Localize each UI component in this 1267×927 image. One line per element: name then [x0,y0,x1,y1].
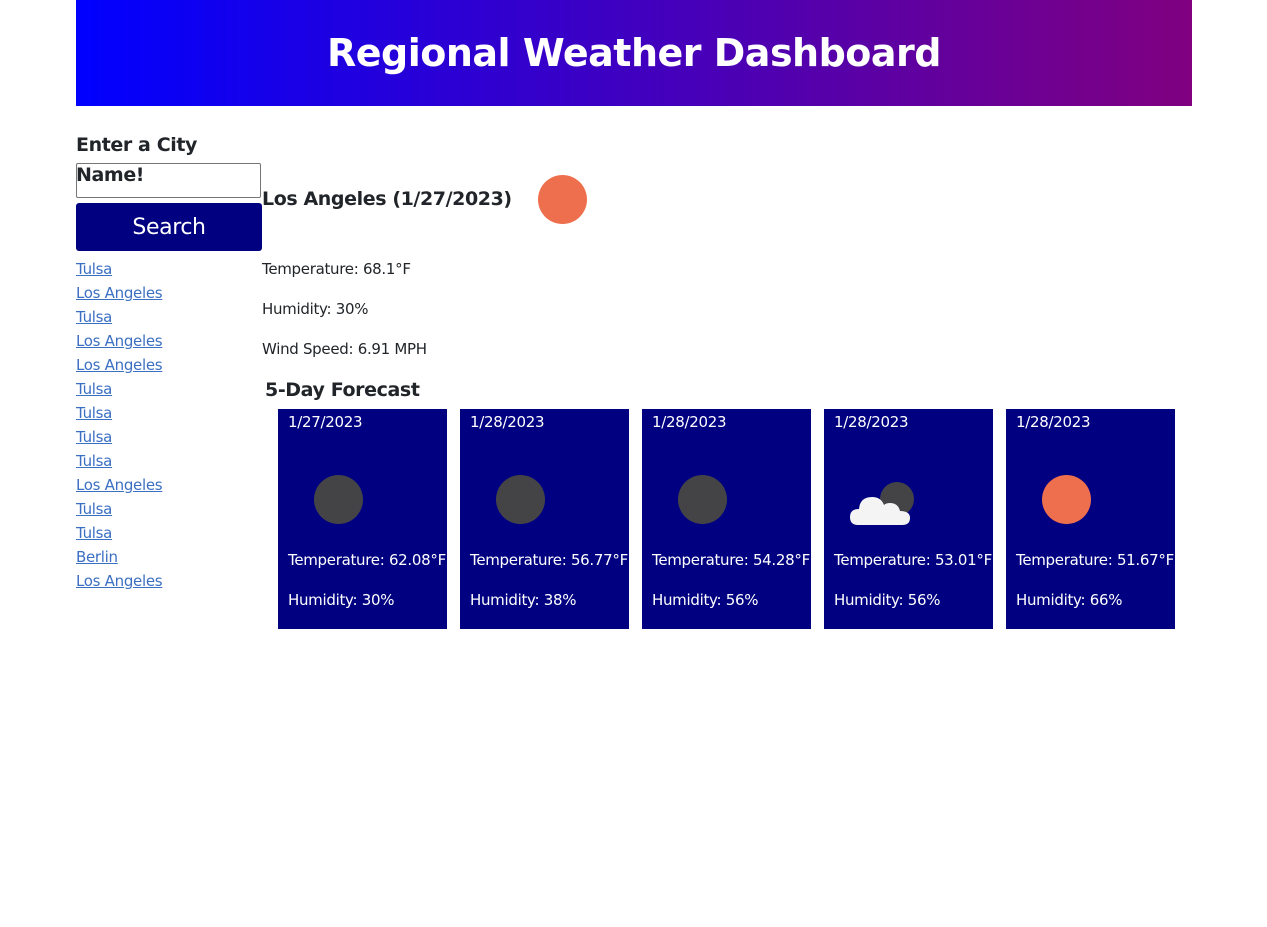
history-link[interactable]: Los Angeles [76,332,163,350]
forecast-humidity: Humidity: 56% [834,591,941,609]
list-item: Tulsa [76,497,262,521]
forecast-humidity: Humidity: 56% [652,591,759,609]
history-link[interactable]: Los Angeles [76,476,163,494]
list-item: Los Angeles [76,353,262,377]
list-item: Los Angeles [76,329,262,353]
history-link[interactable]: Tulsa [76,500,112,518]
forecast-cards: 1/27/2023 Temperature: 62.08°F Humidity:… [278,409,1175,629]
list-item: Tulsa [76,521,262,545]
list-item: Los Angeles [76,281,262,305]
current-city-title: Los Angeles (1/27/2023) [262,188,512,210]
current-humidity: Humidity: 30% [262,300,369,318]
forecast-card: 1/28/2023 Temperature: 54.28°F Humidity:… [642,409,811,629]
forecast-icon-wrap [678,475,727,524]
history-link[interactable]: Tulsa [76,524,112,542]
forecast-date: 1/27/2023 [288,413,363,431]
history-link[interactable]: Tulsa [76,404,112,422]
forecast-card: 1/28/2023 Temperature: 53.01°F Humidity:… [824,409,993,629]
forecast-card: 1/28/2023 Temperature: 51.67°F Humidity:… [1006,409,1175,629]
history-link[interactable]: Tulsa [76,428,112,446]
list-item: Tulsa [76,449,262,473]
search-label: Enter a City Name! [76,134,198,186]
forecast-date: 1/28/2023 [1016,413,1091,431]
forecast-humidity: Humidity: 30% [288,591,395,609]
history-link[interactable]: Tulsa [76,308,112,326]
current-wind-speed: Wind Speed: 6.91 MPH [262,340,427,358]
forecast-temperature: Temperature: 56.77°F [470,551,628,569]
list-item: Berlin [76,545,262,569]
forecast-temperature: Temperature: 62.08°F [288,551,446,569]
history-link[interactable]: Tulsa [76,452,112,470]
search-sidebar: Enter a City Name! Search Tulsa Los Ange… [76,130,262,593]
forecast-title: 5-Day Forecast [265,379,420,401]
forecast-humidity: Humidity: 38% [470,591,577,609]
forecast-date: 1/28/2023 [470,413,545,431]
forecast-temperature: Temperature: 53.01°F [834,551,992,569]
forecast-card: 1/28/2023 Temperature: 56.77°F Humidity:… [460,409,629,629]
forecast-date: 1/28/2023 [652,413,727,431]
forecast-icon-wrap [1042,475,1091,524]
cloudy-night-icon [850,482,914,525]
history-link[interactable]: Los Angeles [76,284,163,302]
forecast-temperature: Temperature: 51.67°F [1016,551,1174,569]
current-stats: Temperature: 68.1°F Humidity: 30% Wind S… [262,249,1192,369]
list-item: Tulsa [76,425,262,449]
clear-day-icon [537,174,587,224]
list-item: Tulsa [76,401,262,425]
list-item: Los Angeles [76,569,262,593]
history-link[interactable]: Berlin [76,548,118,566]
forecast-card: 1/27/2023 Temperature: 62.08°F Humidity:… [278,409,447,629]
current-weather: Los Angeles (1/27/2023) Temperature: 68.… [262,170,1192,369]
search-history-list: Tulsa Los Angeles Tulsa Los Angeles Los … [76,257,262,593]
clear-day-icon [1042,475,1091,524]
page-header: Regional Weather Dashboard [76,0,1192,106]
forecast-icon-wrap [496,475,545,524]
forecast-icon-wrap [850,475,914,525]
clear-night-icon [678,475,727,524]
current-temperature: Temperature: 68.1°F [262,260,411,278]
list-item: Los Angeles [76,473,262,497]
list-item: Tulsa [76,257,262,281]
forecast-icon-wrap [314,475,363,524]
search-button[interactable]: Search [76,203,262,251]
history-link[interactable]: Los Angeles [76,572,163,590]
list-item: Tulsa [76,377,262,401]
clear-night-icon [496,475,545,524]
page-title: Regional Weather Dashboard [327,31,942,75]
forecast-date: 1/28/2023 [834,413,909,431]
forecast-humidity: Humidity: 66% [1016,591,1123,609]
clear-night-icon [314,475,363,524]
forecast-temperature: Temperature: 54.28°F [652,551,810,569]
current-weather-header: Los Angeles (1/27/2023) [262,170,1192,228]
history-link[interactable]: Tulsa [76,260,112,278]
history-link[interactable]: Los Angeles [76,356,163,374]
history-link[interactable]: Tulsa [76,380,112,398]
list-item: Tulsa [76,305,262,329]
